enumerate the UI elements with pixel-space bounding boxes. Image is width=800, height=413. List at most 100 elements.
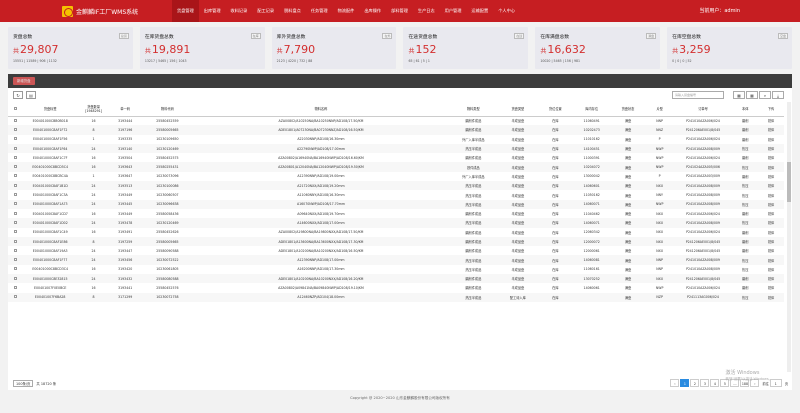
app-logo[interactable]: 金麒麟IF工厂WMS系统: [0, 5, 172, 17]
column-header[interactable]: 物料名称: [193, 102, 449, 117]
page-button[interactable]: 2: [690, 379, 700, 387]
table-row[interactable]: E00401000C8BCBC4A 1 3193647 10230073096 A123…: [8, 172, 784, 181]
nav-item[interactable]: 货盘管理: [172, 0, 199, 22]
row-checkbox[interactable]: [8, 292, 23, 302]
stat-unit: 共: [408, 48, 415, 55]
row-checkbox[interactable]: [8, 283, 22, 292]
table-cell: 满盘: [624, 174, 632, 179]
column-header[interactable]: 货盘状态: [610, 102, 646, 117]
table-row[interactable]: E00401000C8BCD5C4 16 3193643 25580255431 AZA…: [8, 162, 784, 172]
table-cell: A12460NZP/AD104/18.00mm: [193, 292, 449, 302]
page-button[interactable]: ‹: [670, 379, 680, 387]
page-button[interactable]: 1: [680, 379, 690, 387]
nav-item[interactable]: 任务管理: [306, 0, 333, 22]
row-checkbox[interactable]: [8, 172, 22, 181]
row-checkbox[interactable]: [8, 181, 23, 191]
table-cell: A12390NNP/AD108/17.00mm: [193, 255, 449, 265]
table-row[interactable]: E00401007F0E0BCE 16 3193441 25580452576 AZA0…: [8, 283, 784, 292]
table-row[interactable]: E00401007F6BA28 8 3171299 10230072758 A12460…: [8, 292, 784, 302]
table-row[interactable]: E00401000C8AF1C7F 16 3193504 25580452575 AZA…: [8, 153, 784, 162]
table-cell: 3171299: [108, 292, 142, 302]
row-checkbox[interactable]: [8, 274, 23, 284]
row-checkbox[interactable]: [8, 218, 23, 228]
column-header[interactable]: 货盘类型: [497, 102, 538, 117]
row-checkbox[interactable]: [8, 190, 22, 199]
current-user[interactable]: 当前用户：admin: [699, 0, 740, 22]
table-row[interactable]: E00401000C8AF1F64 24 3193140 10230120469 A22…: [8, 143, 784, 154]
search-input[interactable]: 请输入货盘编号: [672, 91, 724, 99]
table-header: 货盘标签 货盘数量 [1948291] 单一码 物料代码 物料名称 物料类型 货盘类型 货位位…: [8, 102, 784, 117]
column-header[interactable]: 货位位置: [537, 102, 573, 117]
row-checkbox[interactable]: [8, 228, 22, 237]
table-row[interactable]: E00401000C8AF1C3A 24 3193449 10230060507 A11…: [8, 190, 784, 199]
nav-item[interactable]: 用户管理: [440, 0, 467, 22]
row-checkbox[interactable]: [8, 246, 22, 255]
column-header[interactable]: 物料类型: [448, 102, 498, 117]
table-cell: 1: [92, 137, 95, 142]
column-header[interactable]: 下传: [758, 102, 784, 117]
column-header[interactable]: 订单号: [673, 102, 733, 117]
filter-icon: ▤: [29, 92, 33, 98]
nav-item[interactable]: 个人中心: [493, 0, 520, 22]
scrollbar-thumb[interactable]: [787, 162, 791, 202]
row-checkbox[interactable]: [8, 209, 22, 218]
table-row[interactable]: E00401000C8BCD3C4 16 3193420 10230061805 A16…: [8, 265, 784, 274]
row-checkbox[interactable]: [8, 143, 23, 154]
table-row[interactable]: E00401000C8AF1A73 24 3193445 10230096638 A16…: [8, 199, 784, 209]
column-header[interactable]: 物料代码: [141, 102, 194, 117]
export-button[interactable]: ⤓: [772, 91, 784, 99]
table-row[interactable]: E00401000C8AF1B1D 24 3193513 10230100086 A21…: [8, 181, 784, 191]
column-header[interactable]: 货盘数量 [1948291]: [78, 102, 109, 117]
table-cell: 3193478: [108, 218, 142, 228]
table-row[interactable]: E00401000CBB0B018 16 3193444 25580452559 AZA…: [8, 116, 784, 125]
table-row[interactable]: E00401000C8AF1F56 1 3193335 10230109650 A220…: [8, 135, 784, 144]
nav-item[interactable]: 生产日志: [413, 0, 440, 22]
table-row[interactable]: E00401000C8E32815 24 3193432 25580080588 ADE…: [8, 274, 784, 284]
page-size-select[interactable]: 100条/页: [13, 379, 34, 387]
column-header[interactable]: 货盘标签: [22, 102, 79, 117]
table-row[interactable]: E00401000C8AF1F72 8 3197196 25580005665 ADE0…: [8, 125, 784, 135]
table-row[interactable]: E00401000C8AF1F77 24 3193456 10230072522 A12…: [8, 255, 784, 265]
table-row[interactable]: E00401000C8AF1E86 8 3197259 25580005665 ADE0…: [8, 236, 784, 247]
row-checkbox[interactable]: [8, 162, 23, 172]
row-checkbox[interactable]: [8, 116, 22, 125]
column-toggle-button[interactable]: ▦: [733, 91, 745, 99]
column-header[interactable]: 本体: [732, 102, 759, 117]
table-cell: 11040462: [583, 211, 600, 216]
nav-item[interactable]: 运输配置: [466, 0, 493, 22]
row-checkbox[interactable]: [8, 153, 22, 162]
table-row[interactable]: E00401000C8AF1D02 24 3193478 10230120469 A14…: [8, 218, 784, 228]
add-pallet-button[interactable]: 新增货盘: [13, 77, 35, 85]
row-checkbox[interactable]: [8, 265, 22, 274]
layout-icon: ▦: [750, 92, 754, 98]
search-button[interactable]: ⌕: [759, 91, 771, 99]
nav-item[interactable]: 收料记录: [226, 0, 253, 22]
nav-item[interactable]: 出库操作: [359, 0, 386, 22]
row-checkbox[interactable]: [8, 125, 23, 135]
nav-item[interactable]: 脱料盘点: [279, 0, 306, 22]
page-button[interactable]: 4: [710, 379, 720, 387]
row-checkbox[interactable]: [8, 236, 23, 247]
top-navbar: 金麒麟IF工厂WMS系统 货盘管理 出库管理 收料记录 配工记录 脱料盘点 任务管理 物流配…: [0, 0, 800, 22]
page-button[interactable]: 3: [700, 379, 710, 387]
nav-item[interactable]: 部料管理: [386, 0, 413, 22]
table-cell: P241010AZA008/009: [686, 267, 720, 272]
nav-item[interactable]: 物流配件: [333, 0, 360, 22]
row-checkbox[interactable]: [8, 135, 22, 144]
nav-item[interactable]: 配工记录: [252, 0, 279, 22]
layout-button[interactable]: ▦: [746, 91, 758, 99]
select-all-checkbox[interactable]: [8, 102, 23, 117]
nav-item[interactable]: 出库管理: [199, 0, 226, 22]
filter-button[interactable]: ▤: [26, 91, 36, 99]
table-row[interactable]: E00401000C8AF1CD7 16 3193449 25580058436 A09…: [8, 209, 784, 218]
table-scrollbar[interactable]: [787, 102, 791, 372]
column-header[interactable]: 片型: [645, 102, 674, 117]
row-checkbox[interactable]: [8, 199, 23, 209]
table-row[interactable]: E00401000C8AF1C49 16 3193491 25580452626 AZA…: [8, 228, 784, 237]
column-header[interactable]: 库内存位: [572, 102, 611, 117]
row-checkbox[interactable]: [8, 255, 23, 265]
refresh-button[interactable]: ↻: [13, 91, 23, 99]
stat-tag: 满盘: [646, 33, 657, 39]
table-row[interactable]: E00401000C8AF19A3 24 3193447 25580090588 ADE…: [8, 246, 784, 255]
column-header[interactable]: 单一码: [108, 102, 142, 117]
